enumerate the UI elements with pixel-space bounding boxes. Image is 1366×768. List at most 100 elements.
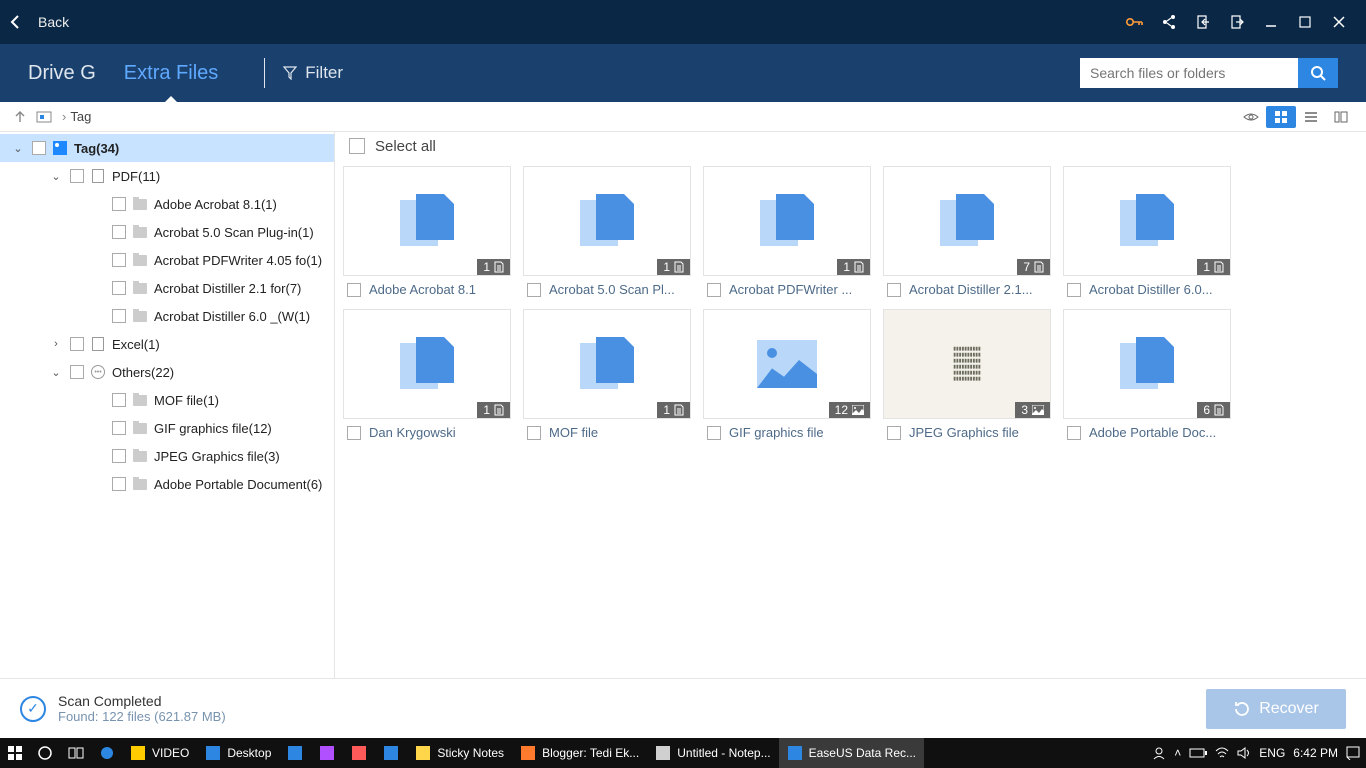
wifi-icon[interactable]	[1215, 747, 1229, 759]
tile-name: GIF graphics file	[729, 425, 824, 440]
view-detail-icon[interactable]	[1326, 106, 1356, 128]
share-icon[interactable]	[1152, 0, 1186, 44]
people-icon[interactable]	[1152, 746, 1166, 760]
taskview-icon[interactable]	[60, 738, 92, 768]
minimize-button[interactable]	[1254, 0, 1288, 44]
back-button[interactable]: Back	[38, 14, 69, 30]
tile-checkbox[interactable]	[347, 426, 361, 440]
taskbar-app[interactable]: Blogger: Tedi Ek...	[512, 738, 647, 768]
tree-leaf[interactable]: Acrobat Distiller 2.1 for(7)	[0, 274, 335, 302]
tile-checkbox[interactable]	[527, 426, 541, 440]
tree-pdf[interactable]: ⌄ PDF(11)	[0, 162, 335, 190]
view-list-icon[interactable]	[1296, 106, 1326, 128]
system-tray[interactable]: ˄ ENG 6:42 PM	[1146, 746, 1366, 760]
file-tile[interactable]: 6 Adobe Portable Doc...	[1063, 309, 1231, 440]
cortana-icon[interactable]	[30, 738, 60, 768]
tile-checkbox[interactable]	[707, 283, 721, 297]
tray-up-icon[interactable]: ˄	[1174, 746, 1181, 760]
tree-leaf[interactable]: MOF file(1)	[0, 386, 335, 414]
chevron-down-icon[interactable]: ⌄	[10, 142, 26, 155]
close-button[interactable]	[1322, 0, 1356, 44]
checkbox[interactable]	[32, 141, 46, 155]
file-tile[interactable]: 12 GIF graphics file	[703, 309, 871, 440]
checkbox[interactable]	[112, 253, 126, 267]
file-tile[interactable]: 1 Acrobat 5.0 Scan Pl...	[523, 166, 691, 297]
tile-checkbox[interactable]	[887, 426, 901, 440]
checkbox[interactable]	[112, 197, 126, 211]
tile-thumbnail: 7	[883, 166, 1051, 276]
clock[interactable]: 6:42 PM	[1293, 746, 1338, 760]
search-button[interactable]	[1298, 58, 1338, 88]
tile-checkbox[interactable]	[1067, 426, 1081, 440]
taskbar-app[interactable]: Sticky Notes	[407, 738, 512, 768]
file-tile[interactable]: 7 Acrobat Distiller 2.1...	[883, 166, 1051, 297]
file-tile[interactable]: 1 Acrobat Distiller 6.0...	[1063, 166, 1231, 297]
volume-icon[interactable]	[1237, 747, 1251, 759]
up-icon[interactable]	[10, 107, 30, 127]
tab-drive[interactable]: Drive G	[28, 62, 96, 85]
edge-icon[interactable]	[92, 738, 122, 768]
file-tile[interactable]: ▮▮▮▮▮▮▮▮▮▮▮▮▮▮▮▮▮▮▮▮▮▮▮▮▮▮▮▮▮▮▮▮▮▮▮▮▮▮▮▮…	[883, 309, 1051, 440]
tile-name: Acrobat Distiller 6.0...	[1089, 282, 1213, 297]
tile-checkbox[interactable]	[527, 283, 541, 297]
back-chevron-icon[interactable]	[10, 15, 30, 29]
file-tile[interactable]: 1 Adobe Acrobat 8.1	[343, 166, 511, 297]
breadcrumb-tag[interactable]: Tag	[70, 109, 91, 124]
file-tile[interactable]: 1 Dan Krygowski	[343, 309, 511, 440]
lang-indicator[interactable]: ENG	[1259, 746, 1285, 760]
taskbar-app[interactable]	[375, 738, 407, 768]
tree-leaf[interactable]: Acrobat 5.0 Scan Plug-in(1)	[0, 218, 335, 246]
file-tile[interactable]: 1 MOF file	[523, 309, 691, 440]
chevron-down-icon[interactable]: ⌄	[48, 366, 64, 379]
taskbar-app[interactable]: VIDEO	[122, 738, 197, 768]
tile-checkbox[interactable]	[887, 283, 901, 297]
tree-root-tag[interactable]: ⌄ Tag(34)	[0, 134, 335, 162]
app-icon	[130, 745, 146, 761]
checkbox[interactable]	[112, 225, 126, 239]
checkbox[interactable]	[112, 449, 126, 463]
battery-icon[interactable]	[1189, 748, 1207, 758]
import-icon[interactable]	[1186, 0, 1220, 44]
chevron-right-icon[interactable]: ›	[48, 338, 64, 350]
notifications-icon[interactable]	[1346, 746, 1360, 760]
checkbox[interactable]	[70, 169, 84, 183]
path-icon[interactable]	[34, 107, 54, 127]
chevron-down-icon[interactable]: ⌄	[48, 170, 64, 183]
checkbox[interactable]	[112, 281, 126, 295]
key-icon[interactable]	[1118, 0, 1152, 44]
export-icon[interactable]	[1220, 0, 1254, 44]
checkbox[interactable]	[112, 477, 126, 491]
search-input[interactable]	[1080, 58, 1298, 88]
maximize-button[interactable]	[1288, 0, 1322, 44]
select-all-checkbox[interactable]	[349, 138, 365, 154]
tab-extra-files[interactable]: Extra Files	[124, 62, 218, 85]
checkbox[interactable]	[70, 365, 84, 379]
taskbar-app[interactable]: Untitled - Notep...	[647, 738, 778, 768]
tree-leaf[interactable]: Acrobat PDFWriter 4.05 fo(1)	[0, 246, 335, 274]
checkbox[interactable]	[112, 393, 126, 407]
tree-leaf[interactable]: Adobe Portable Document(6)	[0, 470, 335, 498]
tree-leaf[interactable]: GIF graphics file(12)	[0, 414, 335, 442]
tile-checkbox[interactable]	[347, 283, 361, 297]
tile-checkbox[interactable]	[707, 426, 721, 440]
checkbox[interactable]	[112, 421, 126, 435]
filter-button[interactable]: Filter	[283, 63, 343, 83]
tree-leaf[interactable]: Adobe Acrobat 8.1(1)	[0, 190, 335, 218]
tree-excel[interactable]: › Excel(1)	[0, 330, 335, 358]
start-button[interactable]	[0, 738, 30, 768]
view-grid-icon[interactable]	[1266, 106, 1296, 128]
view-preview-icon[interactable]	[1236, 106, 1266, 128]
file-tile[interactable]: 1 Acrobat PDFWriter ...	[703, 166, 871, 297]
taskbar-app[interactable]	[343, 738, 375, 768]
taskbar-app[interactable]: Desktop	[197, 738, 279, 768]
tile-checkbox[interactable]	[1067, 283, 1081, 297]
taskbar-app[interactable]	[311, 738, 343, 768]
checkbox[interactable]	[112, 309, 126, 323]
tree-leaf[interactable]: JPEG Graphics file(3)	[0, 442, 335, 470]
taskbar-app[interactable]	[279, 738, 311, 768]
checkbox[interactable]	[70, 337, 84, 351]
tree-leaf[interactable]: Acrobat Distiller 6.0 _(W(1)	[0, 302, 335, 330]
tree-others[interactable]: ⌄ ••• Others(22)	[0, 358, 335, 386]
taskbar-app[interactable]: EaseUS Data Rec...	[779, 738, 924, 768]
recover-button[interactable]: Recover	[1206, 689, 1346, 729]
